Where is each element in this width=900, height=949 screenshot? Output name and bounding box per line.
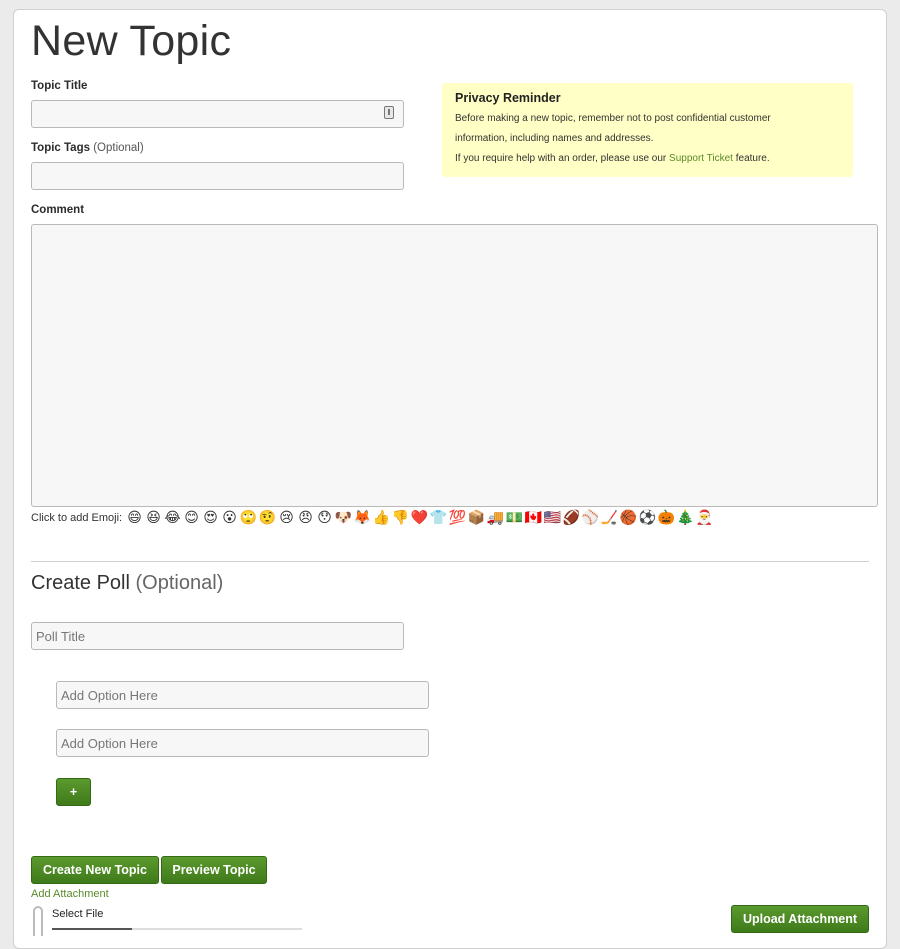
section-divider — [31, 561, 869, 562]
emoji-button[interactable]: 🎄 — [676, 509, 695, 527]
privacy-line-3: If you require help with an order, pleas… — [455, 149, 840, 169]
topic-tags-optional: (Optional) — [93, 142, 144, 154]
emoji-button[interactable]: 💯 — [448, 509, 467, 527]
topic-tags-label: Topic Tags (Optional) — [31, 142, 144, 154]
emoji-button[interactable]: 😆 — [144, 509, 163, 527]
emoji-button[interactable]: 😂 — [163, 509, 182, 527]
comment-label: Comment — [31, 204, 85, 216]
emoji-list: 😄 😆 😂 😊 😍 😮 🙄 🤨 😢 😠 😯 🐶 🦊 👍 👎 ❤️ 👕 💯 📦 🚚 💵 🇨🇦 🇺🇸 🏈 ⚾ 🏒 🏀 ⚽ 🎃 🎄 🎅 — [125, 509, 714, 527]
emoji-button[interactable]: 💵 — [505, 509, 524, 527]
emoji-button[interactable]: 🙄 — [239, 509, 258, 527]
emoji-button[interactable]: 😍 — [201, 509, 220, 527]
emoji-button[interactable]: 😄 — [125, 509, 144, 527]
emoji-picker-label: Click to add Emoji: — [31, 512, 123, 524]
emoji-button[interactable]: 🚚 — [486, 509, 505, 527]
preview-topic-button[interactable]: Preview Topic — [161, 856, 267, 884]
emoji-button[interactable]: 🏈 — [562, 509, 581, 527]
page-title: New Topic — [31, 17, 232, 65]
topic-title-input[interactable] — [31, 100, 404, 128]
field-info-icon — [384, 106, 394, 119]
poll-heading-text: Create Poll — [31, 572, 130, 594]
emoji-button[interactable]: 🇨🇦 — [524, 509, 543, 527]
poll-title-input[interactable] — [31, 622, 404, 650]
topic-tags-label-text: Topic Tags — [31, 142, 90, 154]
emoji-button[interactable]: 🎃 — [657, 509, 676, 527]
emoji-button[interactable]: 🤨 — [258, 509, 277, 527]
emoji-button[interactable]: 🏒 — [600, 509, 619, 527]
emoji-button[interactable]: 😠 — [296, 509, 315, 527]
emoji-button[interactable]: 👍 — [372, 509, 391, 527]
emoji-picker: Click to add Emoji: 😄 😆 😂 😊 😍 😮 🙄 🤨 😢 😠 😯 🐶 🦊 👍 👎 ❤️ 👕 💯 📦… — [31, 509, 714, 527]
privacy-reminder: Privacy Reminder Before making a new top… — [442, 83, 853, 177]
poll-heading: Create Poll (Optional) — [31, 572, 223, 595]
emoji-button[interactable]: 🎅 — [695, 509, 714, 527]
privacy-reminder-title: Privacy Reminder — [455, 91, 561, 105]
emoji-button[interactable]: 👕 — [429, 509, 448, 527]
create-new-topic-button[interactable]: Create New Topic — [31, 856, 159, 884]
emoji-button[interactable]: 🐶 — [334, 509, 353, 527]
emoji-button[interactable]: 🇺🇸 — [543, 509, 562, 527]
select-file-label[interactable]: Select File — [52, 908, 103, 920]
privacy-line-2: information, including names and address… — [455, 133, 654, 144]
topic-title-label: Topic Title — [31, 80, 88, 92]
emoji-button[interactable]: 📦 — [467, 509, 486, 527]
emoji-button[interactable]: 😮 — [220, 509, 239, 527]
privacy-line-3-before: If you require help with an order, pleas… — [455, 153, 670, 164]
support-ticket-link[interactable]: Support Ticket — [669, 153, 733, 164]
poll-option-2-input[interactable] — [56, 729, 429, 757]
comment-textarea[interactable] — [31, 224, 878, 507]
privacy-reminder-text: Before making a new topic, remember not … — [455, 109, 840, 169]
emoji-button[interactable]: 👎 — [391, 509, 410, 527]
add-attachment-link[interactable]: Add Attachment — [31, 888, 109, 900]
emoji-button[interactable]: ⚾ — [581, 509, 600, 527]
emoji-button[interactable]: 🦊 — [353, 509, 372, 527]
privacy-line-1: Before making a new topic, remember not … — [455, 113, 771, 124]
add-poll-option-button[interactable]: + — [56, 778, 91, 806]
emoji-button[interactable]: ❤️ — [410, 509, 429, 527]
emoji-button[interactable]: ⚽ — [638, 509, 657, 527]
emoji-button[interactable]: 🏀 — [619, 509, 638, 527]
poll-heading-optional: (Optional) — [135, 572, 224, 594]
topic-tags-input[interactable] — [31, 162, 404, 190]
emoji-button[interactable]: 😊 — [182, 509, 201, 527]
emoji-button[interactable]: 😢 — [277, 509, 296, 527]
upload-attachment-button[interactable]: Upload Attachment — [731, 905, 869, 933]
privacy-line-3-after: feature. — [732, 153, 770, 164]
paperclip-icon — [33, 906, 43, 936]
emoji-button[interactable]: 😯 — [315, 509, 334, 527]
poll-option-1-input[interactable] — [56, 681, 429, 709]
